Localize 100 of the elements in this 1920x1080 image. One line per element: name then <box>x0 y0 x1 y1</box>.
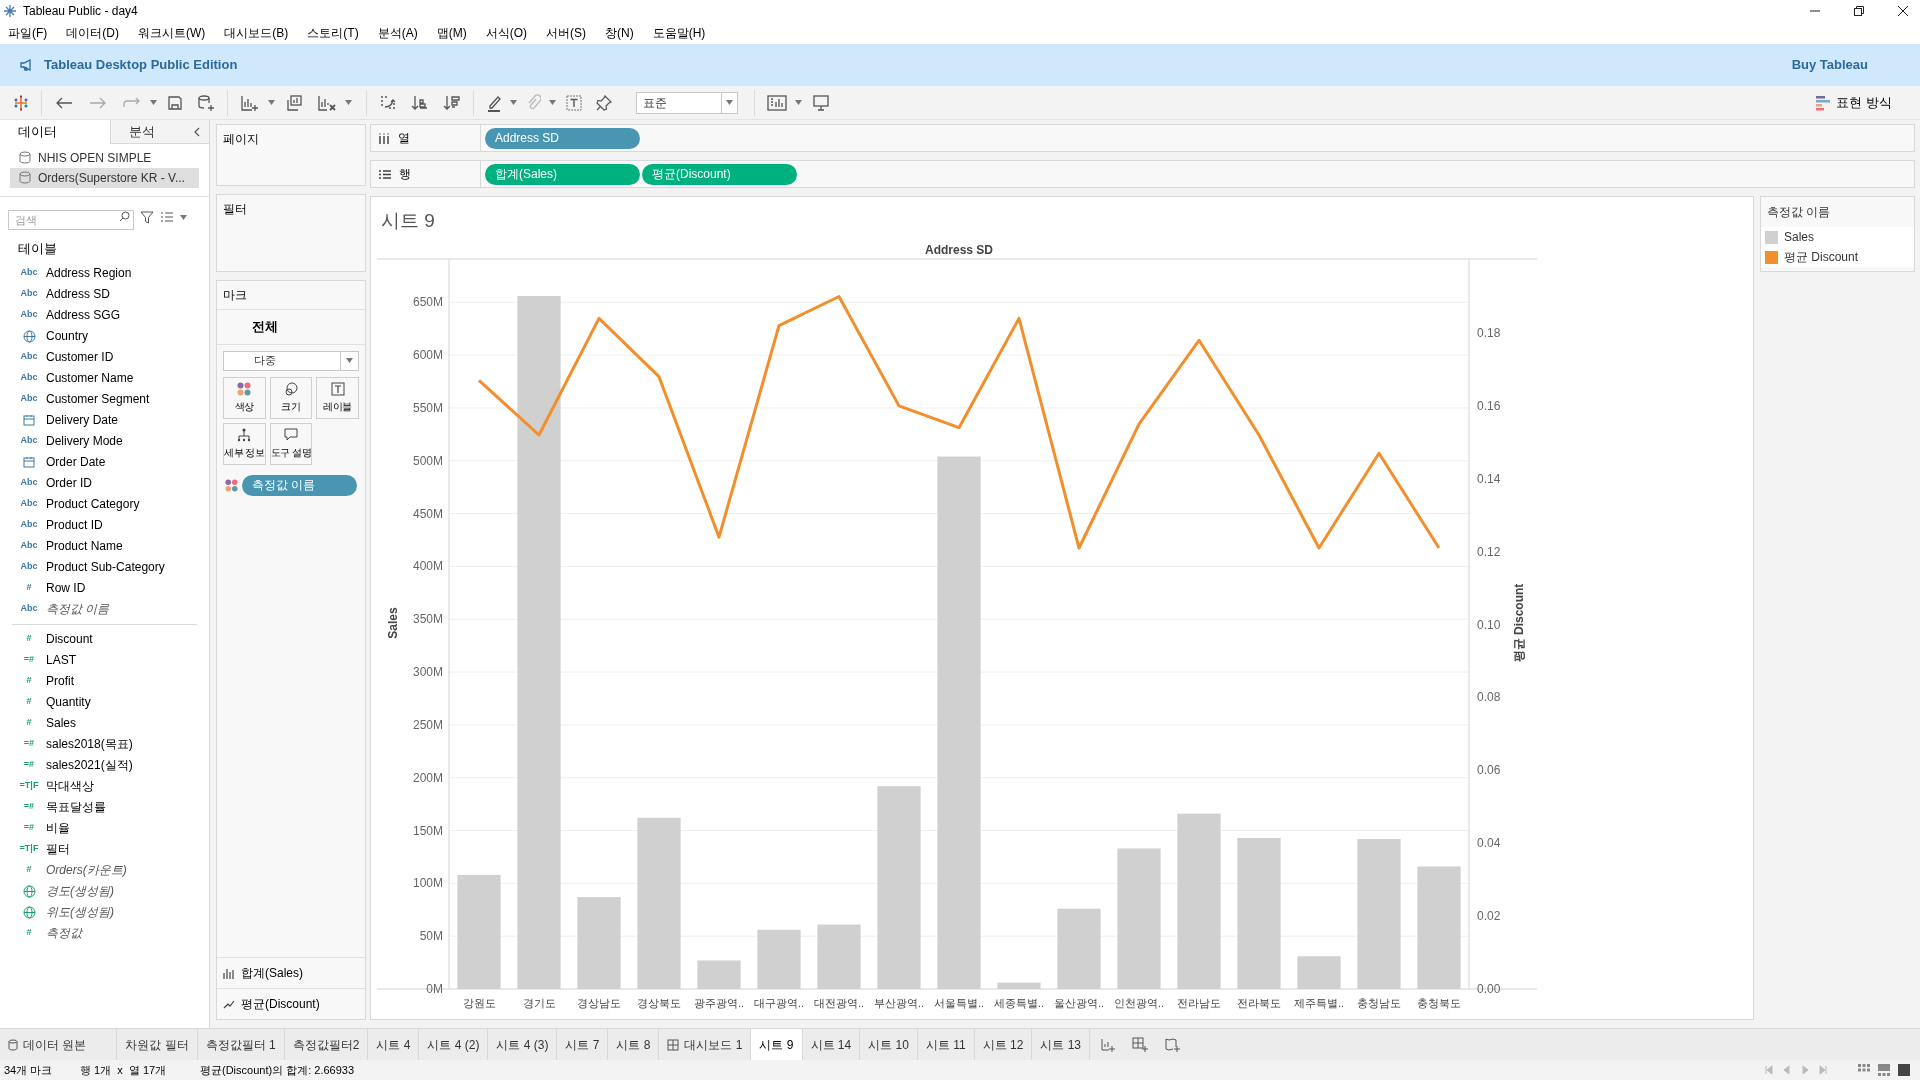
caret-icon[interactable] <box>549 100 556 105</box>
marks-button[interactable]: 세부 정보 <box>223 422 266 465</box>
field-item[interactable]: Abc Customer Segment <box>0 388 209 410</box>
sort-ascending-icon[interactable] <box>411 93 429 112</box>
field-item[interactable]: =# 목표달성률 <box>0 796 209 818</box>
menu-item[interactable]: 서버(S) <box>546 24 586 42</box>
axis-tick-label: 0.12 <box>1477 544 1501 559</box>
menu-item[interactable]: 파일(F) <box>8 24 48 42</box>
field-item[interactable]: Abc Product Sub-Category <box>0 556 209 578</box>
caret-icon[interactable] <box>795 100 802 105</box>
field-item[interactable]: Order Date <box>0 451 209 473</box>
swap-axes-icon[interactable] <box>379 93 397 112</box>
marks-button[interactable]: 레이블 <box>316 376 359 419</box>
field-item[interactable]: Abc Address SD <box>0 283 209 305</box>
menu-item[interactable]: 도움말(H) <box>652 24 706 42</box>
menu-item[interactable]: 서식(O) <box>485 24 527 42</box>
sheet-tab[interactable]: 시트 9 <box>751 1029 803 1060</box>
restore-icon[interactable] <box>1853 5 1865 17</box>
pin-icon[interactable] <box>596 94 612 111</box>
measure-tab[interactable]: 평균(Discount) <box>217 988 365 1019</box>
buy-link[interactable]: Buy Tableau <box>1791 55 1868 75</box>
caret-icon[interactable] <box>180 214 187 220</box>
duplicate-sheet-icon[interactable] <box>285 93 303 112</box>
caret-icon[interactable] <box>726 100 733 105</box>
new-dashboard-icon[interactable] <box>1132 1036 1149 1053</box>
paperclip-icon[interactable] <box>527 93 541 112</box>
category-label: 세종특별.. <box>993 997 1045 1009</box>
legend-label: Sales <box>1784 229 1815 246</box>
filter-icon[interactable] <box>140 210 154 224</box>
field-item[interactable]: 경도(생성됨) <box>0 880 209 902</box>
field-item[interactable]: 위도(생성됨) <box>0 901 209 923</box>
category-label: 대구광역.. <box>753 997 805 1009</box>
field-item[interactable]: =# sales2021(실적) <box>0 754 209 776</box>
measure-tab[interactable]: 합계(Sales) <box>217 957 365 988</box>
field-item[interactable]: # 측정값 <box>0 922 209 944</box>
show-me-button[interactable]: 표현 방식 <box>1816 92 1892 113</box>
caret-icon[interactable] <box>268 100 275 105</box>
field-item[interactable]: Abc Address Region <box>0 262 209 284</box>
field-item[interactable]: Abc Address SGG <box>0 304 209 326</box>
field-item[interactable]: Abc Customer Name <box>0 367 209 389</box>
caret-icon[interactable] <box>510 100 517 105</box>
field-item[interactable]: Abc Order ID <box>0 472 209 494</box>
type-label: # <box>26 581 32 595</box>
collapse-icon[interactable] <box>193 126 201 137</box>
show-cards-icon[interactable] <box>767 94 787 111</box>
caret-icon[interactable] <box>150 100 157 105</box>
field-item[interactable]: # Orders(카운트) <box>0 859 209 881</box>
caret-icon[interactable] <box>345 100 352 105</box>
field-item[interactable]: # Row ID <box>0 577 209 599</box>
field-item[interactable]: =T|F 막대색상 <box>0 775 209 797</box>
menu-item[interactable]: 대시보드(B) <box>224 24 289 42</box>
presentation-mode-icon[interactable] <box>812 93 830 112</box>
field-item[interactable]: Abc Product ID <box>0 514 209 536</box>
fit-dropdown[interactable]: 표준 <box>636 91 738 114</box>
field-item[interactable]: # Quantity <box>0 691 209 713</box>
text-box-icon[interactable] <box>566 94 582 111</box>
field-name: Row ID <box>46 580 86 597</box>
field-item[interactable]: # Discount <box>0 628 209 650</box>
caret-icon[interactable] <box>346 358 353 363</box>
menu-item[interactable]: 분석(A) <box>377 24 418 42</box>
new-worksheet-icon[interactable] <box>1100 1036 1117 1053</box>
mark-type-dropdown[interactable]: 다중 <box>223 350 359 371</box>
field-item[interactable]: Country <box>0 325 209 347</box>
globe-icon <box>22 884 36 898</box>
menu-item[interactable]: 워크시트(W) <box>138 24 206 42</box>
marks-button[interactable]: 도구 설명 <box>269 422 313 465</box>
pane-tab[interactable]: 분석 <box>110 120 209 144</box>
field-item[interactable]: Abc 측정값 이름 <box>0 598 209 620</box>
field-item[interactable]: Abc Customer ID <box>0 346 209 368</box>
new-worksheet-icon[interactable] <box>240 93 260 112</box>
field-item[interactable]: =# LAST <box>0 649 209 671</box>
field-item[interactable]: # Profit <box>0 670 209 692</box>
field-item[interactable]: Abc Product Category <box>0 493 209 515</box>
status-text: 34개 마크 <box>4 1062 54 1078</box>
field-item[interactable]: Delivery Date <box>0 409 209 431</box>
menu-item[interactable]: 데이터(D) <box>66 24 119 42</box>
field-item[interactable]: Abc Product Name <box>0 535 209 557</box>
field-item[interactable]: # Sales <box>0 712 209 734</box>
field-item[interactable]: =T|F 필터 <box>0 838 209 860</box>
field-item[interactable]: Abc Delivery Mode <box>0 430 209 452</box>
field-item[interactable]: =# sales2018(목표) <box>0 733 209 755</box>
save-icon[interactable] <box>167 94 183 111</box>
list-view-icon[interactable] <box>160 211 174 223</box>
close-icon[interactable] <box>1897 5 1909 17</box>
axis-tick-label: 100M <box>412 876 443 891</box>
data-source-item[interactable]: Orders(Superstore KR - V... <box>10 168 199 188</box>
marks-button[interactable]: 크기 <box>269 376 313 419</box>
menu-item[interactable]: 맵(M) <box>436 24 467 42</box>
field-item[interactable]: =# 비율 <box>0 817 209 839</box>
sort-descending-icon[interactable] <box>443 93 461 112</box>
new-data-source-icon[interactable] <box>197 93 215 112</box>
filmstrip-view-icon[interactable] <box>1878 1064 1890 1076</box>
new-story-icon[interactable] <box>1164 1036 1181 1053</box>
marks-button[interactable]: 색상 <box>223 376 266 419</box>
category-label: 광주광역.. <box>693 997 745 1009</box>
menu-item[interactable]: 창(N) <box>605 24 634 42</box>
tableau-logo-icon[interactable] <box>13 94 29 111</box>
clear-sheet-icon[interactable] <box>317 93 337 112</box>
menu-item[interactable]: 스토리(T) <box>307 24 359 42</box>
search-field[interactable]: 검색 <box>8 210 134 230</box>
